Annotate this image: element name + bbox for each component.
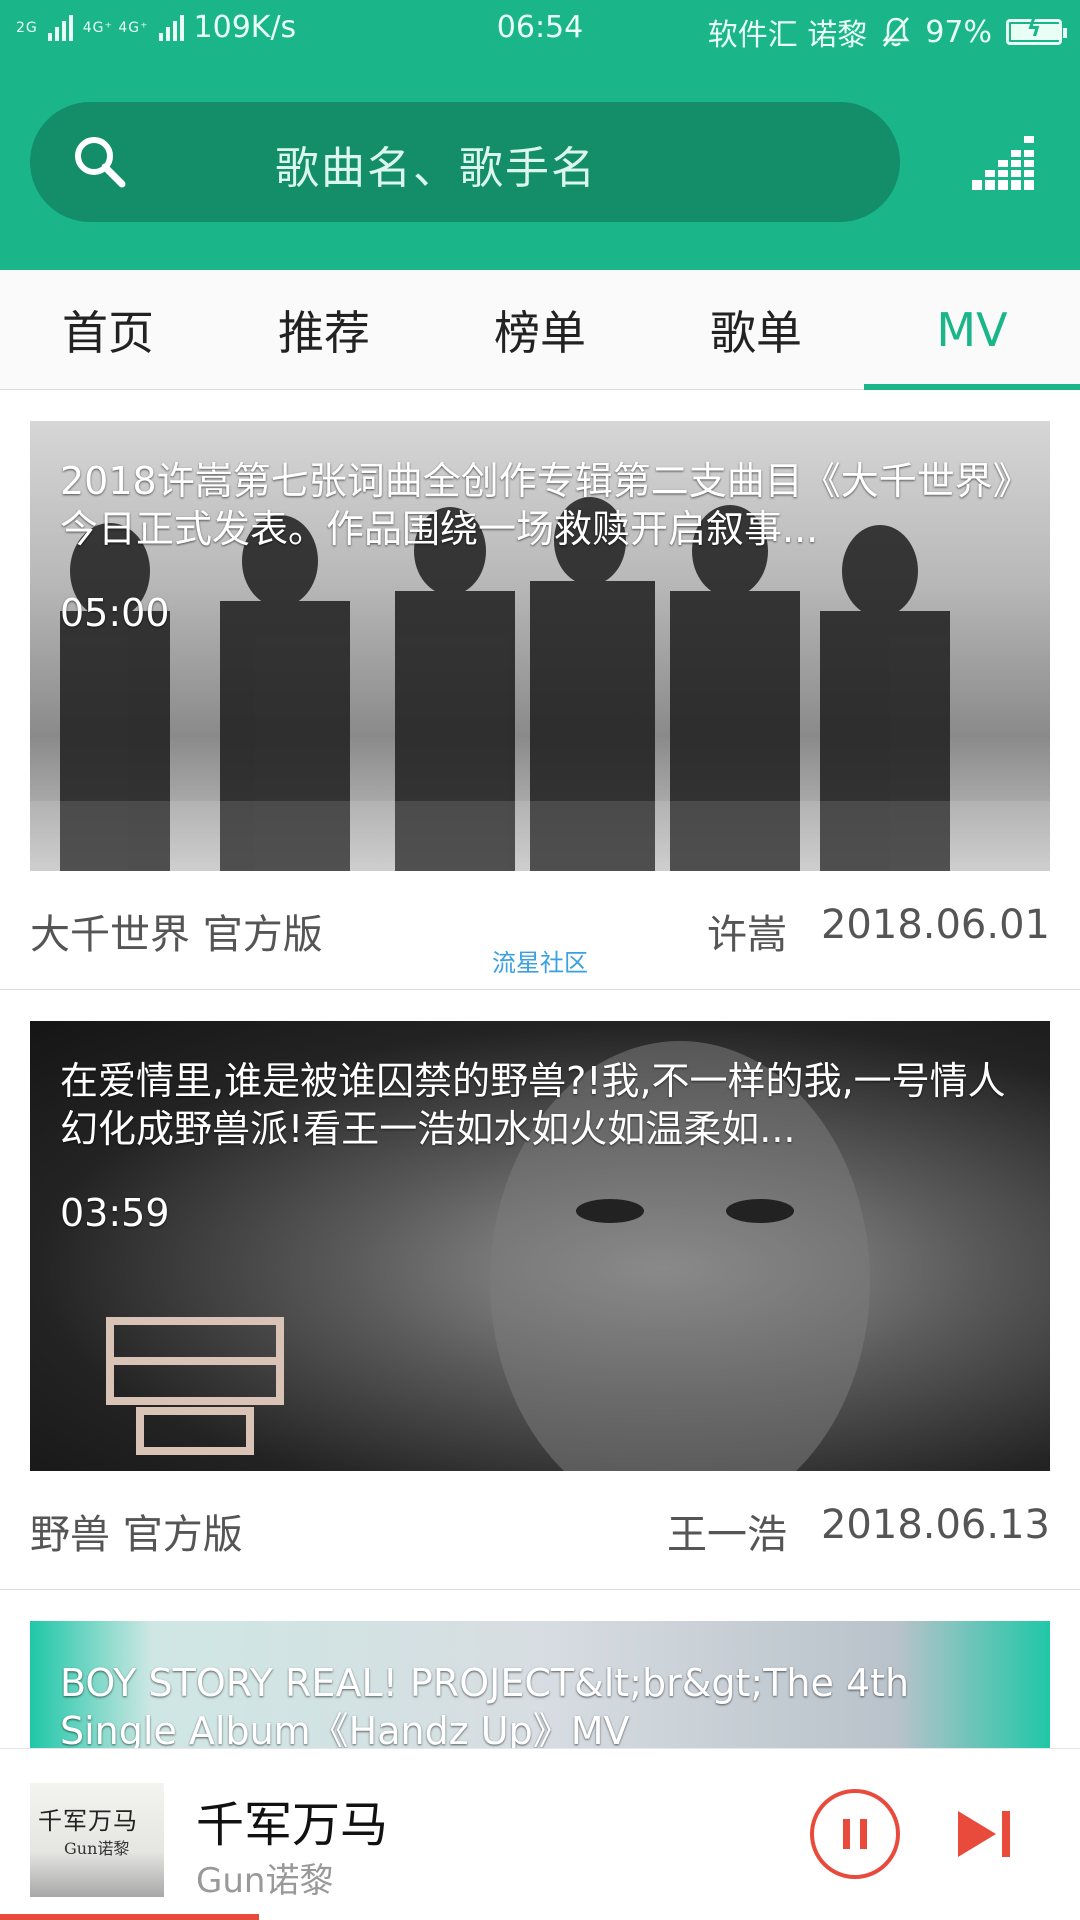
mv-artist: 王一浩 bbox=[666, 1512, 787, 1558]
tab-playlists[interactable]: 歌单 bbox=[648, 270, 864, 390]
playback-progress[interactable] bbox=[0, 1914, 260, 1920]
equalizer-icon[interactable] bbox=[972, 134, 1034, 190]
clock: 06:54 bbox=[496, 10, 584, 45]
battery-percent: 97% bbox=[925, 14, 992, 50]
watermark-text: 流星社区 bbox=[492, 949, 588, 977]
search-placeholder[interactable]: 歌曲名、歌手名 bbox=[275, 132, 597, 196]
status-bar: 2G 4G⁺ 4G⁺ 109K/s 06:54 软件汇 诺黎 97% ϟ bbox=[0, 0, 1080, 58]
mv-duration: 03:59 bbox=[60, 1191, 170, 1235]
mini-player[interactable]: 千军万马 Gun诺黎 千军万马 Gun诺黎 bbox=[0, 1748, 1080, 1920]
tab-bar: 首页 推荐 榜单 歌单 MV bbox=[0, 270, 1080, 390]
mv-thumbnail[interactable]: 在爱情里,谁是被谁囚禁的野兽?!我,不一样的我,一号情人幻化成野兽派!看王一浩如… bbox=[30, 1021, 1050, 1471]
mv-meta: 野兽 官方版 王一浩 2018.06.13 bbox=[30, 1501, 1050, 1561]
mv-card[interactable]: 2018许嵩第七张词曲全创作专辑第二支曲目《大千世界》今日正式发表。作品围绕一场… bbox=[0, 391, 1080, 990]
carrier-name: 软件汇 诺黎 bbox=[707, 18, 868, 53]
battery-icon: ϟ bbox=[1006, 17, 1067, 45]
mv-description: 2018许嵩第七张词曲全创作专辑第二支曲目《大千世界》今日正式发表。作品围绕一场… bbox=[60, 459, 1012, 551]
pause-button[interactable] bbox=[810, 1789, 900, 1879]
tab-home[interactable]: 首页 bbox=[0, 270, 216, 390]
now-playing-title: 千军万马 bbox=[196, 1797, 389, 1853]
search-bar[interactable]: 歌曲名、歌手名 bbox=[30, 102, 900, 222]
app-header: 2G 4G⁺ 4G⁺ 109K/s 06:54 软件汇 诺黎 97% ϟ 歌曲名… bbox=[0, 0, 1080, 270]
cover-artist-art: Gun诺黎 bbox=[64, 1839, 130, 1858]
pause-icon bbox=[843, 1819, 850, 1849]
mv-date: 2018.06.13 bbox=[820, 1502, 1050, 1548]
mv-thumbnail[interactable]: BOY STORY REAL! PROJECT&lt;br&gt;The 4th… bbox=[30, 1621, 1050, 1751]
now-playing-artist: Gun诺黎 bbox=[196, 1861, 334, 1901]
album-cover[interactable]: 千军万马 Gun诺黎 bbox=[30, 1783, 164, 1897]
mv-duration: 05:00 bbox=[60, 591, 170, 635]
tab-charts[interactable]: 榜单 bbox=[432, 270, 648, 390]
mv-title: 野兽 官方版 bbox=[30, 1512, 243, 1558]
cover-title-art: 千军万马 bbox=[38, 1807, 138, 1835]
mv-thumbnail[interactable]: 2018许嵩第七张词曲全创作专辑第二支曲目《大千世界》今日正式发表。作品围绕一场… bbox=[30, 421, 1050, 871]
tab-mv[interactable]: MV bbox=[864, 270, 1080, 390]
pause-icon-bar bbox=[860, 1819, 867, 1849]
mv-description: 在爱情里,谁是被谁囚禁的野兽?!我,不一样的我,一号情人幻化成野兽派!看王一浩如… bbox=[60, 1059, 1006, 1151]
skip-next-icon[interactable] bbox=[958, 1811, 1012, 1857]
mv-card[interactable]: BOY STORY REAL! PROJECT&lt;br&gt;The 4th… bbox=[0, 1591, 1080, 1751]
mv-card[interactable]: 在爱情里,谁是被谁囚禁的野兽?!我,不一样的我,一号情人幻化成野兽派!看王一浩如… bbox=[0, 991, 1080, 1590]
bell-off-icon bbox=[882, 17, 910, 47]
tab-recommend[interactable]: 推荐 bbox=[216, 270, 432, 390]
mv-description: BOY STORY REAL! PROJECT&lt;br&gt;The 4th… bbox=[60, 1661, 910, 1751]
search-icon[interactable] bbox=[70, 132, 130, 192]
